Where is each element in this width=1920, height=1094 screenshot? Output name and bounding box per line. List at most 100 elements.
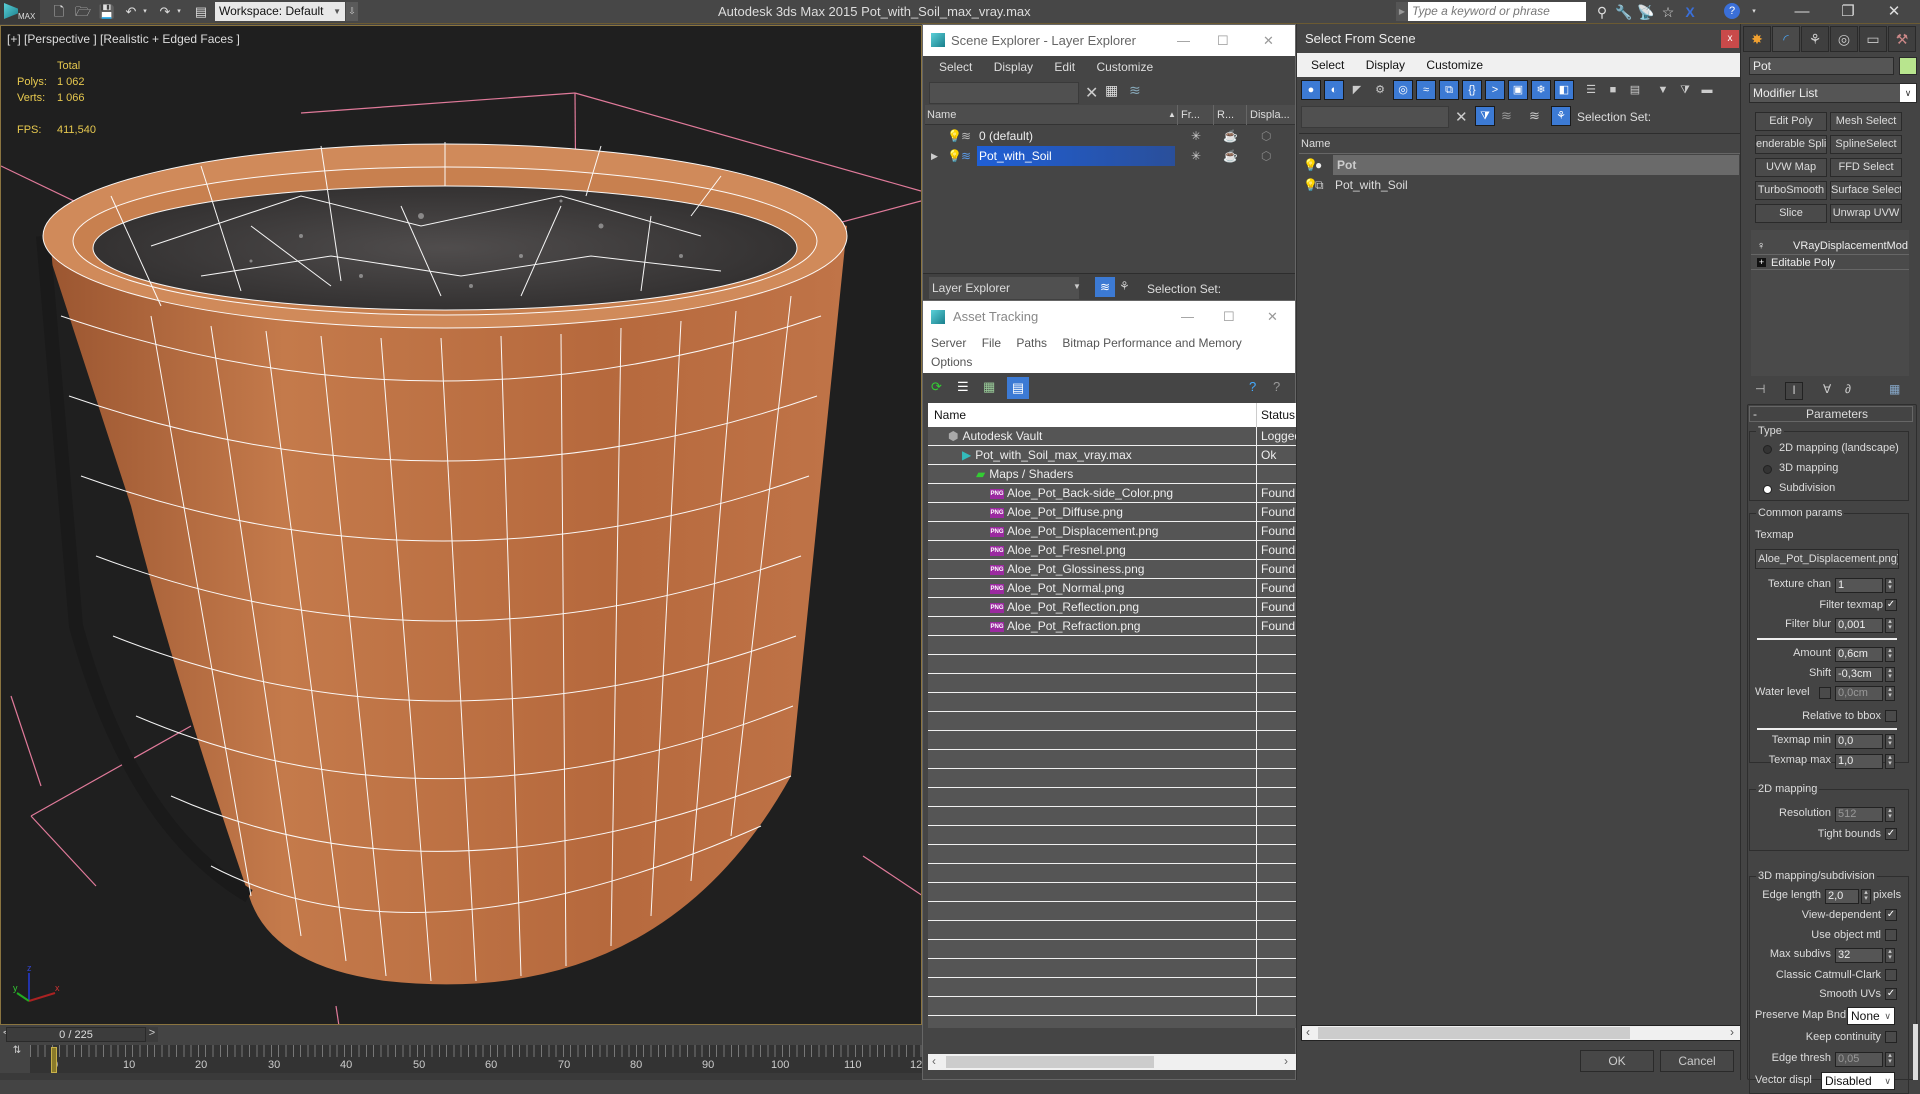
resolution-input[interactable]: 512 bbox=[1835, 807, 1883, 822]
object-color-swatch[interactable] bbox=[1899, 57, 1917, 75]
object-name-field[interactable]: Pot bbox=[1749, 57, 1894, 75]
spinner-arrows-icon[interactable]: ▴ ▾ bbox=[1885, 578, 1895, 593]
groups-filter-icon[interactable]: ⧉ bbox=[1439, 80, 1459, 100]
redo-icon[interactable]: ↷ bbox=[156, 3, 174, 21]
scroll-left-icon[interactable]: ‹ bbox=[1306, 1025, 1310, 1039]
asset-row[interactable]: PNG Aloe_Pot_Back-side_Color.png Found bbox=[928, 484, 1296, 503]
spinner-arrows-icon[interactable]: ▴ ▾ bbox=[1885, 734, 1895, 749]
minimize-button[interactable]: — bbox=[1780, 0, 1824, 24]
stack-item[interactable]: ♀ VRayDisplacementMod bbox=[1751, 238, 1909, 254]
app-menu-button[interactable]: MAX bbox=[0, 0, 40, 24]
filter-options-icon[interactable]: ⧩ bbox=[1675, 80, 1695, 100]
menu-bitmap-performance[interactable]: Bitmap Performance and Memory bbox=[1062, 336, 1241, 350]
asset-row[interactable]: PNG Aloe_Pot_Reflection.png Found bbox=[928, 598, 1296, 617]
slice-button[interactable]: Slice bbox=[1755, 204, 1827, 223]
filter-funnel-icon[interactable]: ▼ bbox=[1653, 80, 1673, 100]
close-button[interactable]: ✕ bbox=[1267, 301, 1278, 333]
parameters-rollout-header[interactable]: - Parameters bbox=[1749, 406, 1913, 422]
motion-tab-icon[interactable]: ◎ bbox=[1830, 26, 1858, 52]
menu-display[interactable]: Display bbox=[994, 60, 1033, 74]
hierarchy-tab-icon[interactable]: ⚘ bbox=[1801, 26, 1829, 52]
redo-dropdown-icon[interactable]: ▾ bbox=[174, 3, 184, 21]
asset-row[interactable]: PNG Aloe_Pot_Fresnel.png Found bbox=[928, 541, 1296, 560]
close-button[interactable]: ✕ bbox=[1872, 0, 1916, 24]
next-frame-button[interactable]: > bbox=[146, 1027, 158, 1042]
stack-item[interactable]: + Editable Poly bbox=[1751, 254, 1909, 270]
help-query-icon[interactable]: ? bbox=[1249, 379, 1256, 394]
display-all-icon[interactable]: ☰ bbox=[1581, 80, 1601, 100]
sort-by-layer-icon[interactable]: ≋ bbox=[1095, 277, 1115, 297]
search-expand-icon[interactable]: ▶ bbox=[1396, 2, 1408, 21]
display-tab-icon[interactable]: ▭ bbox=[1859, 26, 1887, 52]
scroll-right-icon[interactable]: › bbox=[1284, 1054, 1288, 1068]
favorites-star-icon[interactable]: ☆ bbox=[1658, 3, 1678, 21]
use-object-mtl-checkbox[interactable] bbox=[1885, 929, 1897, 941]
minimize-button[interactable]: — bbox=[1177, 25, 1190, 56]
viewport-label-menu[interactable]: [+] [Perspective ] [Realistic + Edged Fa… bbox=[7, 32, 240, 46]
chevron-down-icon[interactable]: ▼ bbox=[1073, 282, 1081, 291]
ok-button[interactable]: OK bbox=[1580, 1050, 1654, 1072]
scroll-left-icon[interactable]: ‹ bbox=[932, 1054, 936, 1068]
current-frame-marker[interactable] bbox=[51, 1047, 57, 1073]
asset-row[interactable]: ▶ Pot_with_Soil_max_vray.max Ok bbox=[928, 446, 1296, 465]
scroll-right-icon[interactable]: › bbox=[1730, 1025, 1734, 1039]
preserve-map-dropdown[interactable]: None ∨ bbox=[1847, 1007, 1895, 1025]
layer-row[interactable]: 💡 ≋ 0 (default) ✳ ☕ ⬡ bbox=[925, 126, 1295, 146]
help-icon[interactable]: ? bbox=[1724, 3, 1740, 19]
asset-row[interactable]: PNG Aloe_Pot_Displacement.png Found bbox=[928, 522, 1296, 541]
layer-filter-icon[interactable]: ≋ bbox=[1501, 108, 1512, 124]
key-icon[interactable]: 🔧 bbox=[1614, 3, 1634, 21]
exchange-x-icon[interactable]: X bbox=[1680, 3, 1700, 21]
show-end-result-icon[interactable]: I bbox=[1785, 382, 1803, 400]
menu-paths[interactable]: Paths bbox=[1016, 336, 1047, 350]
shapes-filter-icon[interactable]: ◐ bbox=[1324, 80, 1344, 100]
filter-blur-input[interactable]: 0,001 bbox=[1835, 618, 1883, 633]
tight-bounds-checkbox[interactable]: ✓ bbox=[1885, 828, 1897, 840]
radio-subdivision[interactable] bbox=[1763, 485, 1772, 494]
geometry-filter-icon[interactable]: ● bbox=[1301, 80, 1321, 100]
restore-button[interactable]: ❐ bbox=[1826, 0, 1870, 24]
asset-row[interactable]: PNG Aloe_Pot_Normal.png Found bbox=[928, 579, 1296, 598]
asset-row[interactable]: ⬢ Autodesk Vault Logged bbox=[928, 427, 1301, 446]
scene-explorer-titlebar[interactable]: Scene Explorer - Layer Explorer — ☐ ✕ bbox=[923, 25, 1295, 56]
list-view-icon[interactable]: ☰ bbox=[957, 379, 969, 395]
cancel-button[interactable]: Cancel bbox=[1660, 1050, 1734, 1072]
frozen-filter-icon[interactable]: ❄ bbox=[1531, 80, 1551, 100]
containers-filter-icon[interactable]: ▣ bbox=[1508, 80, 1528, 100]
make-unique-icon[interactable]: ∀ bbox=[1823, 382, 1831, 396]
command-panel-scrollbar[interactable] bbox=[1913, 1024, 1918, 1080]
create-tab-icon[interactable]: ✸ bbox=[1743, 26, 1771, 52]
clear-find-icon[interactable]: ✕ bbox=[1085, 83, 1098, 103]
modify-tab-icon[interactable]: ◜ bbox=[1772, 26, 1800, 52]
xrefs-filter-icon[interactable]: {} bbox=[1462, 80, 1482, 100]
object-row[interactable]: 💡 ⧉ Pot_with_Soil bbox=[1299, 175, 1741, 195]
menu-edit[interactable]: Edit bbox=[1054, 60, 1075, 74]
remove-modifier-icon[interactable]: ∂ bbox=[1845, 382, 1851, 396]
spinner-arrows-icon[interactable]: ▴ ▾ bbox=[1861, 889, 1871, 904]
column-renderable[interactable]: R... bbox=[1213, 105, 1246, 125]
water-level-input[interactable]: 0,0cm bbox=[1835, 686, 1883, 701]
configure-modifier-sets-icon[interactable]: ▦ bbox=[1889, 382, 1900, 396]
horizontal-scrollbar[interactable]: ‹ › bbox=[928, 1054, 1296, 1070]
hierarchy-icon[interactable]: ⚘ bbox=[1119, 279, 1130, 293]
column-frozen[interactable]: Fr... bbox=[1177, 105, 1213, 125]
find-input[interactable] bbox=[1301, 106, 1449, 128]
view-dependent-checkbox[interactable]: ✓ bbox=[1885, 909, 1897, 921]
new-layer-icon[interactable]: ≋ bbox=[1129, 82, 1141, 99]
spinner-arrows-icon[interactable]: ▴ ▾ bbox=[1885, 686, 1895, 701]
column-name[interactable]: Name bbox=[927, 105, 956, 125]
helpers-filter-icon[interactable]: ◎ bbox=[1393, 80, 1413, 100]
asset-row[interactable]: PNG Aloe_Pot_Glossiness.png Found bbox=[928, 560, 1296, 579]
satellite-icon[interactable]: 📡 bbox=[1636, 3, 1656, 21]
turbosmooth-button[interactable]: TurboSmooth bbox=[1755, 181, 1827, 200]
hierarchy-icon[interactable]: ⚘ bbox=[1551, 106, 1571, 126]
menu-display[interactable]: Display bbox=[1366, 58, 1405, 72]
modifier-toggle-bulb-icon[interactable]: ♀ bbox=[1757, 238, 1765, 254]
column-status[interactable]: Status bbox=[1256, 403, 1295, 427]
renderable-spline-button[interactable]: enderable Splin bbox=[1755, 135, 1827, 154]
filter-texmap-checkbox[interactable]: ✓ bbox=[1885, 599, 1897, 611]
modifier-list-dropdown[interactable]: Modifier List ∨ bbox=[1749, 83, 1917, 103]
maximize-button[interactable]: ☐ bbox=[1217, 25, 1229, 56]
spinner-arrows-icon[interactable]: ▴ ▾ bbox=[1885, 948, 1895, 963]
texture-chan-input[interactable]: 1 bbox=[1835, 578, 1883, 593]
